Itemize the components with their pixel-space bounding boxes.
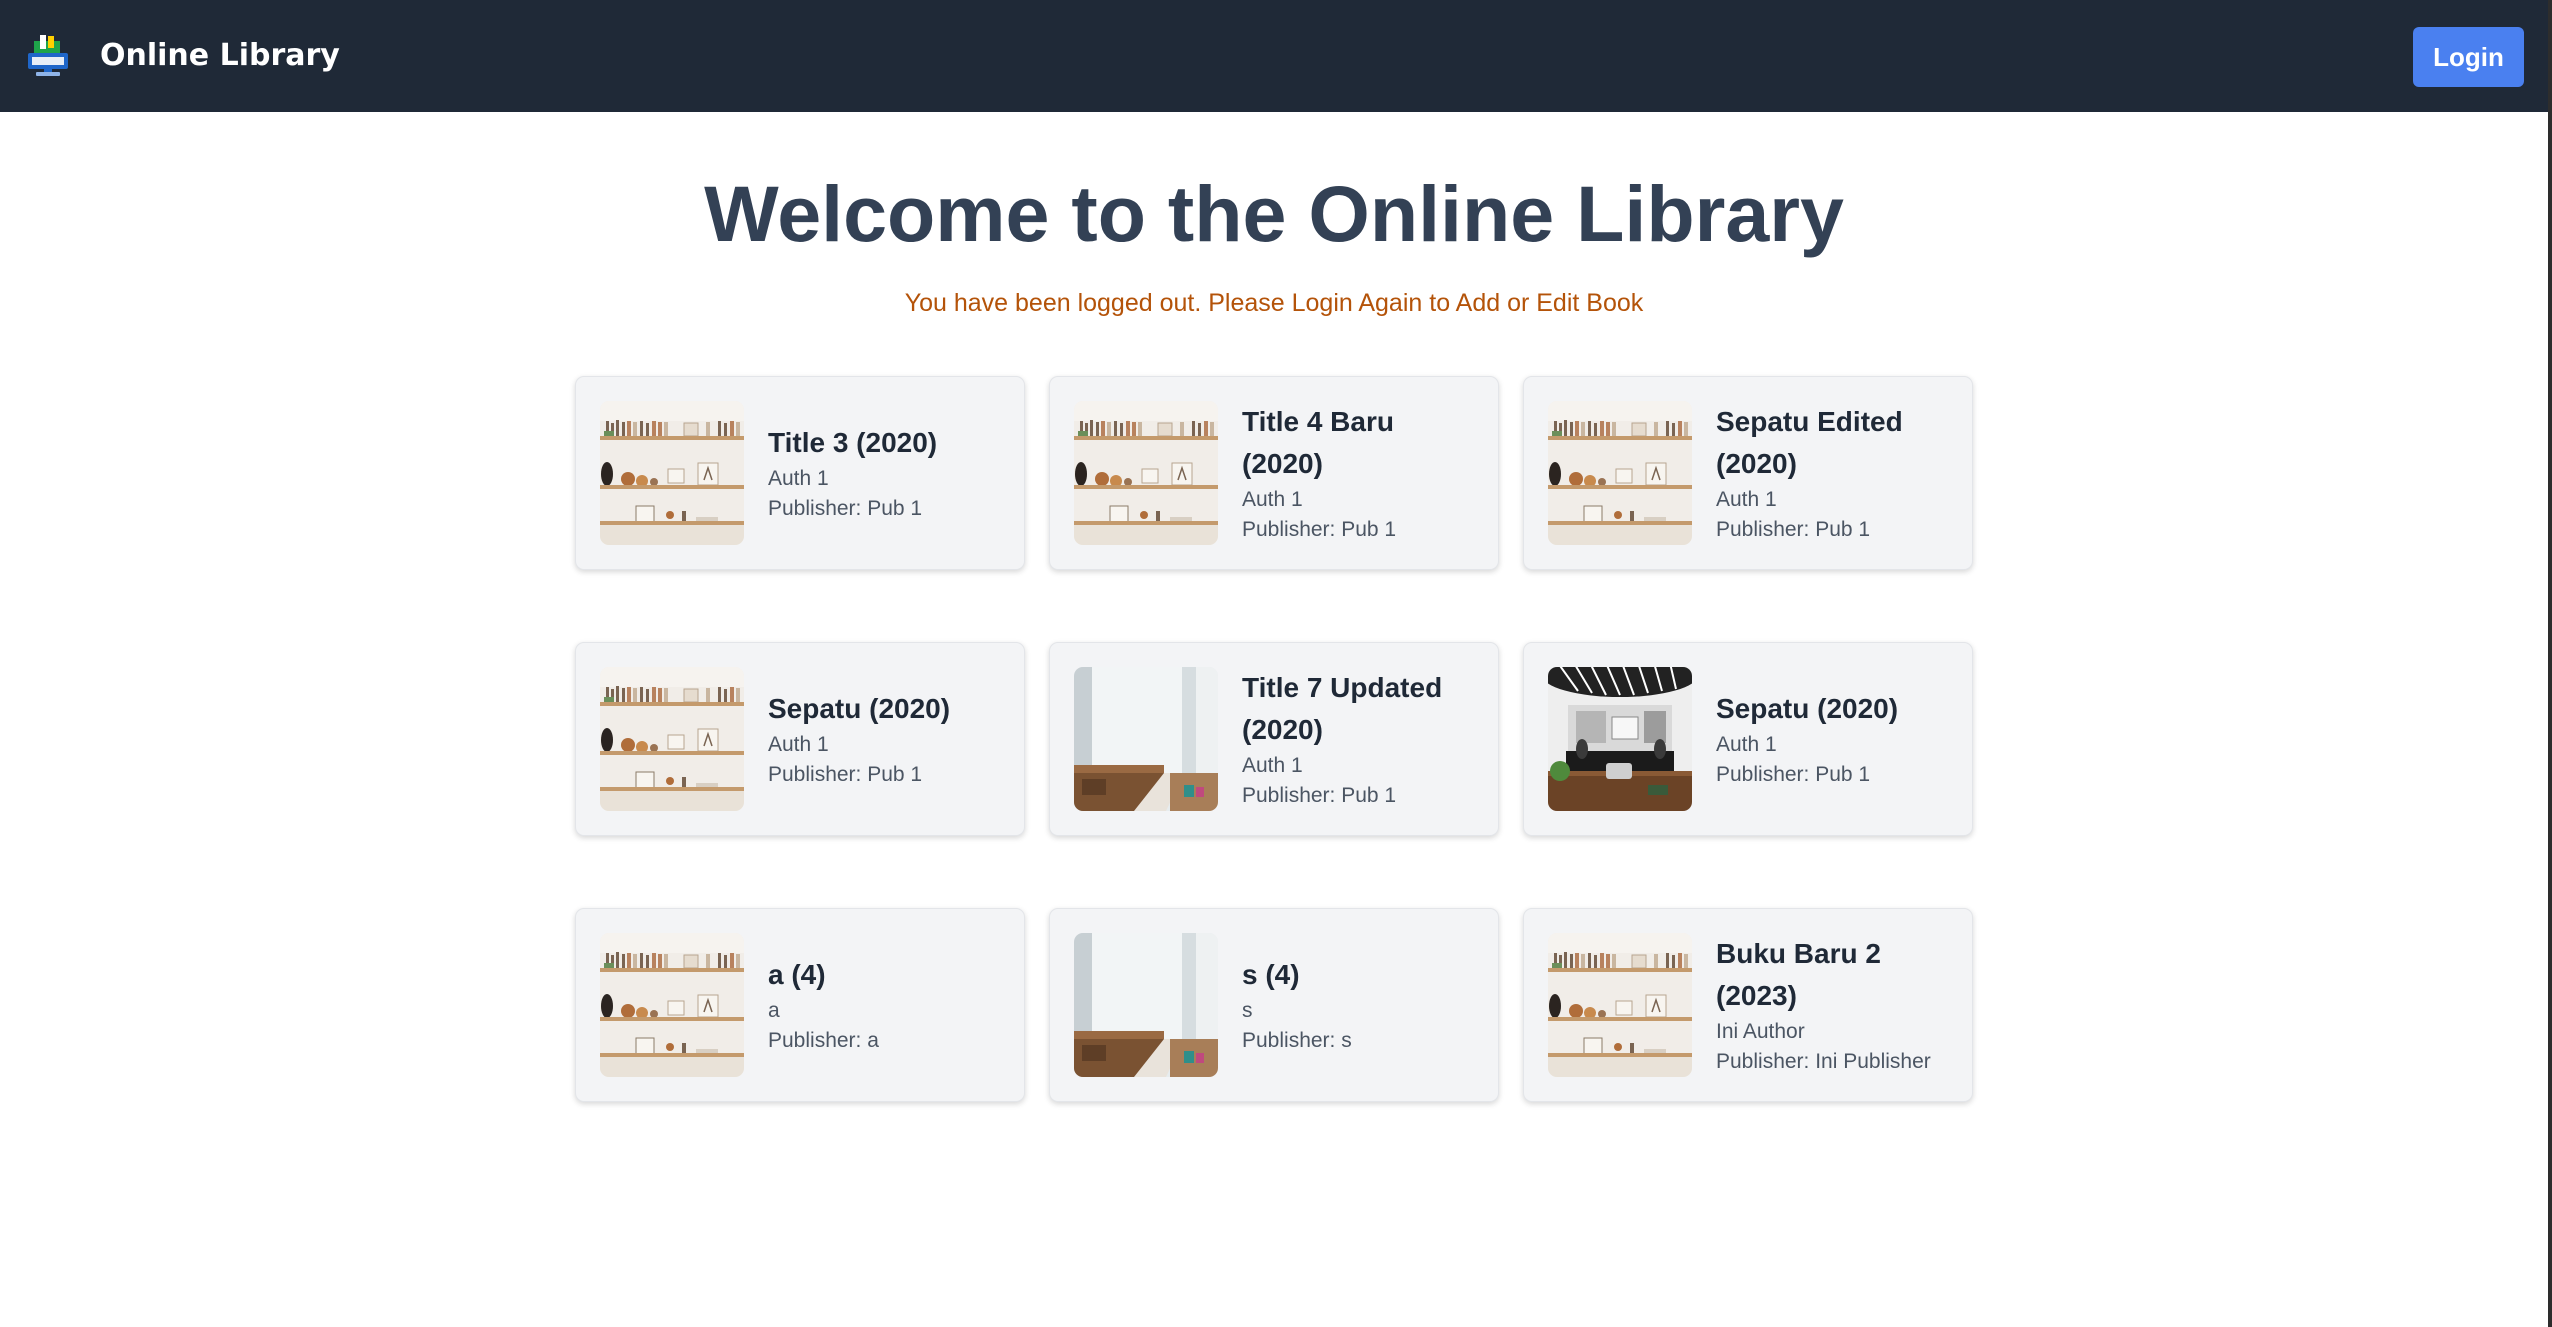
book-cover-image — [1548, 667, 1692, 811]
book-info: s (4) s Publisher: s — [1242, 954, 1462, 1056]
book-publisher: Publisher: s — [1242, 1029, 1352, 1052]
book-author: Auth 1 — [768, 733, 829, 756]
book-card[interactable]: s (4) s Publisher: s — [1049, 908, 1499, 1102]
book-cover-image — [600, 933, 744, 1077]
book-cover-image — [1074, 933, 1218, 1077]
library-logo-icon — [26, 33, 70, 77]
book-title: Buku Baru 2 (2023) — [1716, 938, 1881, 1011]
book-publisher: Publisher: Pub 1 — [768, 497, 923, 520]
book-info: Sepatu (2020) Auth 1 Publisher: Pub 1 — [1716, 688, 1936, 790]
book-info: a (4) a Publisher: a — [768, 954, 988, 1056]
book-title: Title 7 Updated (2020) — [1242, 672, 1443, 745]
book-info: Title 3 (2020) Auth 1 Publisher: Pub 1 — [768, 422, 988, 524]
book-cover-image — [1548, 933, 1692, 1077]
book-title: Title 3 (2020) — [768, 427, 938, 458]
book-author: s — [1242, 999, 1253, 1022]
book-grid: Title 3 (2020) Auth 1 Publisher: Pub 1 T… — [575, 376, 1973, 1102]
book-cover-image — [600, 667, 744, 811]
book-title: Sepatu Edited (2020) — [1716, 406, 1903, 479]
book-info: Title 4 Baru (2020) Auth 1 Publisher: Pu… — [1242, 401, 1462, 545]
book-publisher: Publisher: Pub 1 — [768, 763, 923, 786]
book-card[interactable]: Buku Baru 2 (2023) Ini Author Publisher:… — [1523, 908, 1973, 1102]
page-title: Welcome to the Online Library — [704, 169, 1844, 258]
book-card[interactable]: a (4) a Publisher: a — [575, 908, 1025, 1102]
book-info: Sepatu Edited (2020) Auth 1 Publisher: P… — [1716, 401, 1936, 545]
book-author: Auth 1 — [768, 467, 829, 490]
logout-notice: You have been logged out. Please Login A… — [904, 289, 1644, 317]
book-publisher: Publisher: Pub 1 — [1242, 784, 1397, 807]
book-title: Title 4 Baru (2020) — [1242, 406, 1394, 479]
book-card[interactable]: Title 3 (2020) Auth 1 Publisher: Pub 1 — [575, 376, 1025, 570]
book-card[interactable]: Sepatu (2020) Auth 1 Publisher: Pub 1 — [575, 642, 1025, 836]
navbar: Online Library Login — [0, 0, 2548, 112]
login-button[interactable]: Login — [2413, 27, 2524, 87]
book-author: Ini Author — [1716, 1020, 1805, 1043]
book-title: Sepatu (2020) — [1716, 693, 1899, 724]
book-publisher: Publisher: Pub 1 — [1242, 518, 1397, 541]
book-publisher: Publisher: a — [768, 1029, 879, 1052]
book-card[interactable]: Sepatu (2020) Auth 1 Publisher: Pub 1 — [1523, 642, 1973, 836]
book-author: a — [768, 999, 780, 1022]
book-info: Buku Baru 2 (2023) Ini Author Publisher:… — [1716, 933, 1936, 1077]
book-title: a (4) — [768, 959, 826, 990]
book-author: Auth 1 — [1716, 733, 1777, 756]
book-cover-image — [1074, 401, 1218, 545]
book-card[interactable]: Title 7 Updated (2020) Auth 1 Publisher:… — [1049, 642, 1499, 836]
book-cover-image — [1074, 667, 1218, 811]
window-edge — [2548, 0, 2552, 1327]
book-publisher: Publisher: Pub 1 — [1716, 763, 1871, 786]
book-author: Auth 1 — [1716, 488, 1777, 511]
book-publisher: Publisher: Pub 1 — [1716, 518, 1871, 541]
book-info: Title 7 Updated (2020) Auth 1 Publisher:… — [1242, 667, 1462, 811]
book-title: s (4) — [1242, 959, 1300, 990]
book-card[interactable]: Sepatu Edited (2020) Auth 1 Publisher: P… — [1523, 376, 1973, 570]
book-publisher: Publisher: Ini Publisher — [1716, 1050, 1931, 1073]
brand-title[interactable]: Online Library — [100, 34, 340, 78]
book-info: Sepatu (2020) Auth 1 Publisher: Pub 1 — [768, 688, 988, 790]
book-cover-image — [1548, 401, 1692, 545]
book-author: Auth 1 — [1242, 488, 1303, 511]
book-cover-image — [600, 401, 744, 545]
book-author: Auth 1 — [1242, 754, 1303, 777]
book-card[interactable]: Title 4 Baru (2020) Auth 1 Publisher: Pu… — [1049, 376, 1499, 570]
book-title: Sepatu (2020) — [768, 693, 951, 724]
